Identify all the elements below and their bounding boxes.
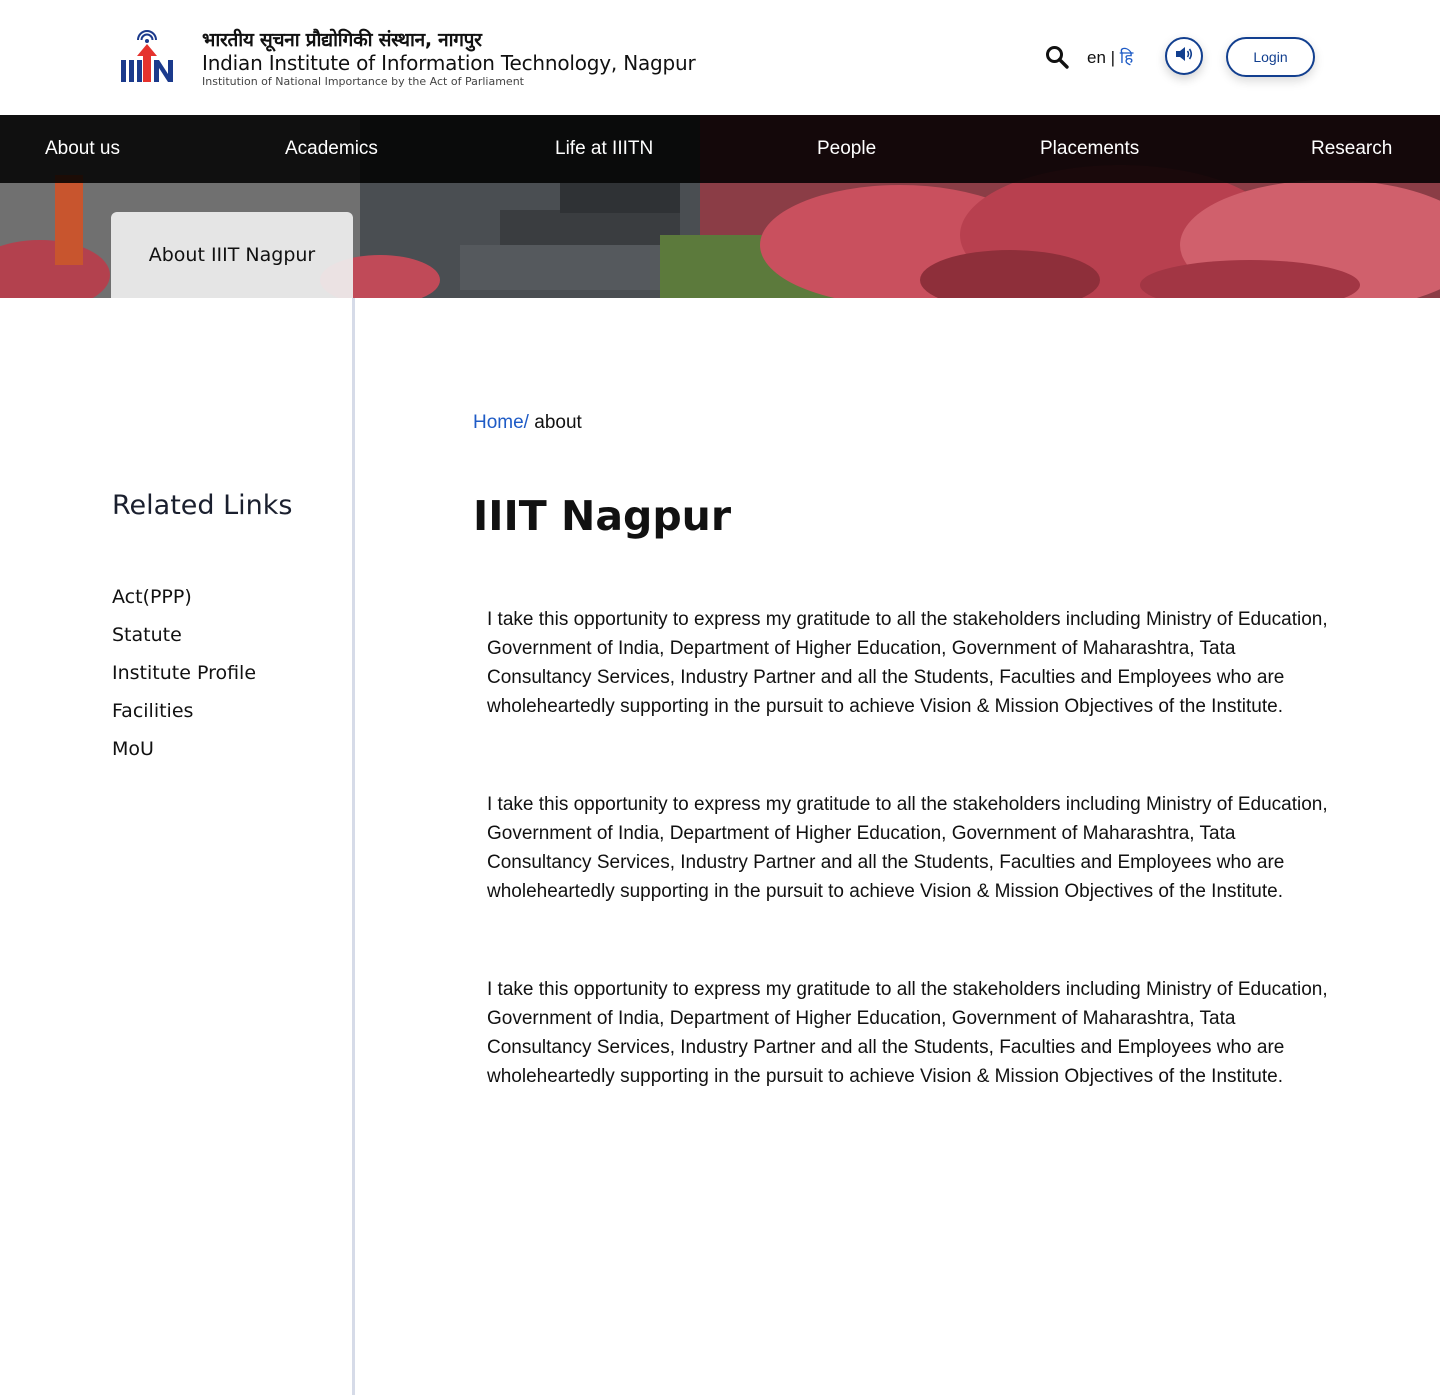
logo-icon[interactable] xyxy=(118,30,176,86)
site-header: भारतीय सूचना प्रौद्योगिकी संस्थान, नागपु… xyxy=(0,0,1440,115)
brand-title-english: Indian Institute of Information Technolo… xyxy=(202,51,696,75)
sidebar-link-statute[interactable]: Statute xyxy=(112,624,182,646)
brand-title-hindi: भारतीय सूचना प्रौद्योगिकी संस्थान, नागपु… xyxy=(202,29,482,51)
breadcrumb-current: about xyxy=(528,412,582,433)
nav-life-at-iiitn[interactable]: Life at IIITN xyxy=(555,115,653,183)
content-paragraph: I take this opportunity to express my gr… xyxy=(487,609,1328,717)
breadcrumb-home-link[interactable]: Home/ xyxy=(473,412,529,433)
related-links-heading: Related Links xyxy=(112,490,293,521)
sidebar-link-institute-profile[interactable]: Institute Profile xyxy=(112,662,256,684)
screen-reader-button[interactable] xyxy=(1165,37,1203,75)
content-paragraph: I take this opportunity to express my gr… xyxy=(487,794,1328,902)
nav-placements[interactable]: Placements xyxy=(1040,115,1139,183)
page-title: IIIT Nagpur xyxy=(473,492,732,540)
sidebar-link-facilities[interactable]: Facilities xyxy=(112,700,193,722)
section-tab: About IIIT Nagpur xyxy=(111,212,353,298)
lang-en-link[interactable]: en xyxy=(1087,48,1106,67)
nav-about-us[interactable]: About us xyxy=(45,115,120,183)
sidebar-link-mou[interactable]: MoU xyxy=(112,738,154,760)
nav-research[interactable]: Research xyxy=(1311,115,1392,183)
nav-academics[interactable]: Academics xyxy=(285,115,378,183)
speaker-icon xyxy=(1175,46,1193,67)
sidebar-link-act[interactable]: Act(PPP) xyxy=(112,586,192,608)
nav-people[interactable]: People xyxy=(817,115,876,183)
main-nav: About us Academics Life at IIITN People … xyxy=(0,115,1440,183)
brand-subtitle: Institution of National Importance by th… xyxy=(202,75,524,88)
language-switcher: en | हि xyxy=(1087,45,1133,68)
brand-block: भारतीय सूचना प्रौद्योगिकी संस्थान, नागपु… xyxy=(202,28,696,90)
login-button[interactable]: Login xyxy=(1226,37,1315,77)
lang-separator: | xyxy=(1105,48,1120,67)
breadcrumb: Home/ about xyxy=(473,412,582,434)
sidebar-divider xyxy=(352,298,355,1395)
search-icon[interactable] xyxy=(1044,44,1070,70)
lang-hi-link[interactable]: हि xyxy=(1120,48,1133,68)
content-paragraph: I take this opportunity to express my gr… xyxy=(487,979,1328,1087)
